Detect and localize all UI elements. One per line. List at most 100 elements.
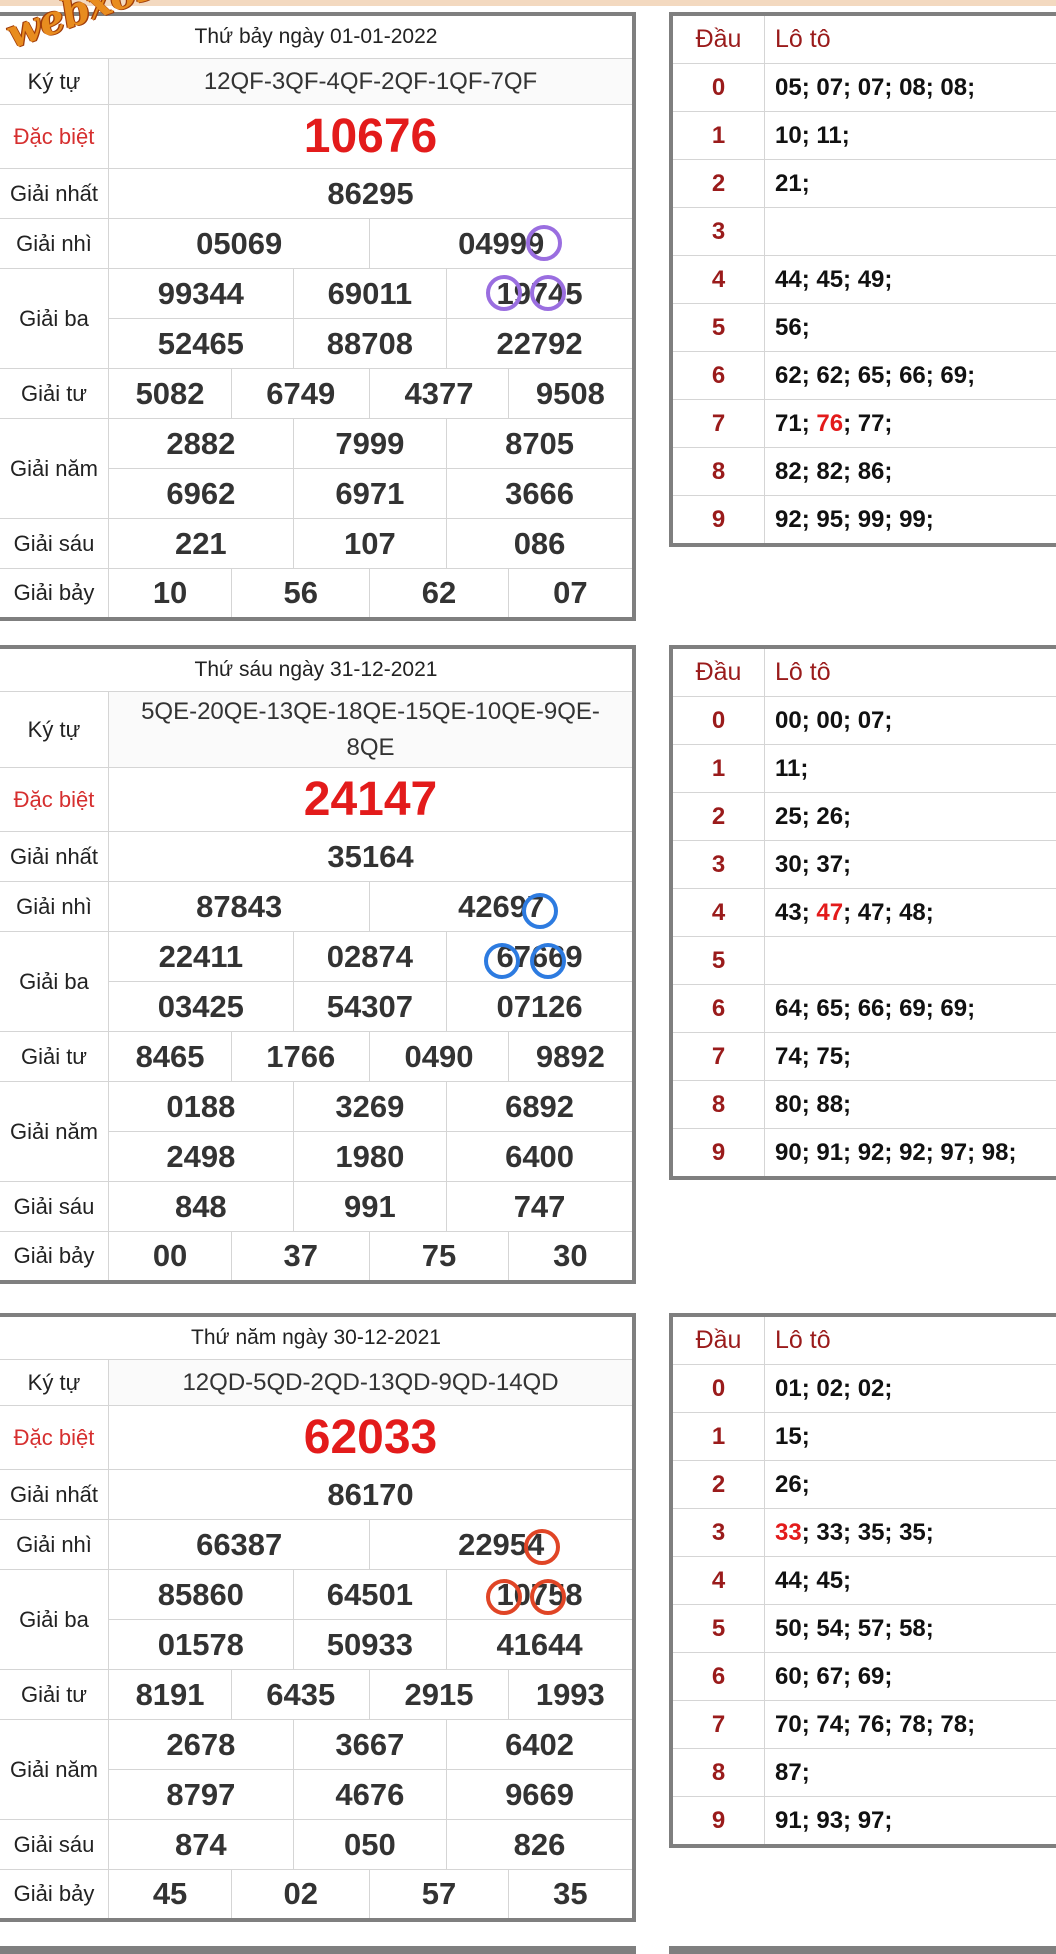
loto-dau: 3	[670, 840, 765, 889]
label-kytu: Ký tự	[0, 1359, 109, 1406]
third-prize: 10758	[446, 1569, 635, 1620]
second-prize: 66387	[107, 1519, 371, 1570]
label-fifth: Giải năm	[0, 418, 109, 519]
sixth-prize: 747	[446, 1181, 635, 1232]
third-prize: 07126	[446, 981, 635, 1032]
fourth-prize: 8465	[107, 1031, 233, 1082]
loto-values: 26;	[764, 1460, 1056, 1509]
next-table-edge	[669, 1946, 1056, 1954]
third-prize: 52465	[108, 318, 294, 369]
loto-head-loto: Lô tô	[764, 1314, 1056, 1365]
special-prize: 24147	[108, 767, 635, 832]
loto-dau: 4	[670, 888, 765, 937]
third-prize: 54307	[292, 981, 448, 1032]
label-special: Đặc biệt	[0, 104, 109, 169]
loto-dau: 4	[670, 1556, 765, 1605]
loto-values: 64; 65; 66; 69; 69;	[764, 984, 1056, 1033]
loto-values: 15;	[764, 1412, 1056, 1461]
second-prize: 87843	[107, 881, 371, 932]
loto-values: 91; 93; 97;	[764, 1796, 1056, 1847]
loto-head-dau: Đầu	[670, 13, 765, 64]
loto-values: 33; 33; 35; 35;	[764, 1508, 1056, 1557]
seventh-prize: 75	[369, 1231, 509, 1282]
label-third: Giải ba	[0, 931, 109, 1032]
fifth-prize: 2882	[108, 418, 294, 469]
third-prize: 69011	[292, 268, 448, 319]
label-seventh: Giải bảy	[0, 568, 109, 619]
loto-dau: 2	[670, 159, 765, 208]
third-prize: 50933	[292, 1619, 448, 1670]
loto-values: 71; 76; 77;	[764, 399, 1056, 448]
loto-dau: 3	[670, 207, 765, 256]
label-second: Giải nhì	[0, 218, 109, 269]
label-kytu: Ký tự	[0, 691, 109, 768]
loto-dau: 7	[670, 399, 765, 448]
special-prize: 10676	[108, 104, 635, 169]
loto-values: 44; 45;	[764, 1556, 1056, 1605]
fourth-prize: 5082	[107, 368, 233, 419]
seventh-prize: 02	[231, 1869, 371, 1920]
label-seventh: Giải bảy	[0, 1869, 109, 1920]
label-sixth: Giải sáu	[0, 1181, 109, 1232]
loto-value-text: ; 47; 48;	[843, 898, 934, 926]
first-prize: 35164	[108, 831, 635, 882]
loto-values: 92; 95; 99; 99;	[764, 495, 1056, 546]
second-prize: 42697	[369, 881, 635, 932]
special-prize: 62033	[108, 1405, 635, 1470]
fifth-prize: 2498	[108, 1131, 294, 1182]
label-fifth: Giải năm	[0, 1081, 109, 1182]
fourth-prize: 1766	[231, 1031, 371, 1082]
result-table-2: Thứ sáu ngày 31-12-2021 Ký tự 5QE-20QE-1…	[0, 645, 636, 1284]
fifth-prize: 8705	[446, 418, 635, 469]
fifth-prize: 2678	[108, 1719, 294, 1770]
loto-values: 74; 75;	[764, 1032, 1056, 1081]
seventh-prize: 00	[107, 1231, 233, 1282]
loto-dau: 8	[670, 1748, 765, 1797]
loto-values: 44; 45; 49;	[764, 255, 1056, 304]
loto-dau: 8	[670, 447, 765, 496]
fifth-prize: 3269	[292, 1081, 448, 1132]
sixth-prize: 826	[446, 1819, 635, 1870]
label-fourth: Giải tư	[0, 1669, 109, 1720]
loto-value-text: ; 33; 35; 35;	[801, 1518, 934, 1546]
label-first: Giải nhất	[0, 831, 109, 882]
loto-dau: 8	[670, 1080, 765, 1129]
third-prize: 02874	[292, 931, 448, 982]
fourth-prize: 4377	[369, 368, 509, 419]
loto-dau: 0	[670, 1364, 765, 1413]
loto-values: 00; 00; 07;	[764, 696, 1056, 745]
sixth-prize: 848	[108, 1181, 294, 1232]
fourth-prize: 8191	[107, 1669, 233, 1720]
loto-dau: 9	[670, 495, 765, 546]
third-prize: 41644	[446, 1619, 635, 1670]
second-prize: 04999	[369, 218, 635, 269]
loto-values	[764, 207, 1056, 256]
loto-dau: 2	[670, 792, 765, 841]
first-prize: 86295	[108, 168, 635, 219]
seventh-prize: 10	[107, 568, 233, 619]
loto-dau: 7	[670, 1032, 765, 1081]
label-seventh: Giải bảy	[0, 1231, 109, 1282]
seventh-prize: 57	[369, 1869, 509, 1920]
loto-values	[764, 936, 1056, 985]
loto-dau: 6	[670, 351, 765, 400]
kytu-code: 12QD-5QD-2QD-13QD-9QD-14QD	[108, 1359, 635, 1406]
fifth-prize: 9669	[446, 1769, 635, 1820]
fifth-prize: 7999	[292, 418, 448, 469]
label-fifth: Giải năm	[0, 1719, 109, 1820]
result-table-1: Thứ bảy ngày 01-01-2022 Ký tự 12QF-3QF-4…	[0, 12, 636, 621]
loto-head-loto: Lô tô	[764, 646, 1056, 697]
fifth-prize: 3666	[446, 468, 635, 519]
second-prize: 22954	[369, 1519, 635, 1570]
fourth-prize: 6435	[231, 1669, 371, 1720]
label-sixth: Giải sáu	[0, 518, 109, 569]
loto-values: 30; 37;	[764, 840, 1056, 889]
third-prize: 19745	[446, 268, 635, 319]
sixth-prize: 874	[108, 1819, 294, 1870]
loto-values: 21;	[764, 159, 1056, 208]
loto-values: 70; 74; 76; 78; 78;	[764, 1700, 1056, 1749]
label-second: Giải nhì	[0, 1519, 109, 1570]
loto-values: 25; 26;	[764, 792, 1056, 841]
seventh-prize: 56	[231, 568, 371, 619]
fifth-prize: 6971	[292, 468, 448, 519]
